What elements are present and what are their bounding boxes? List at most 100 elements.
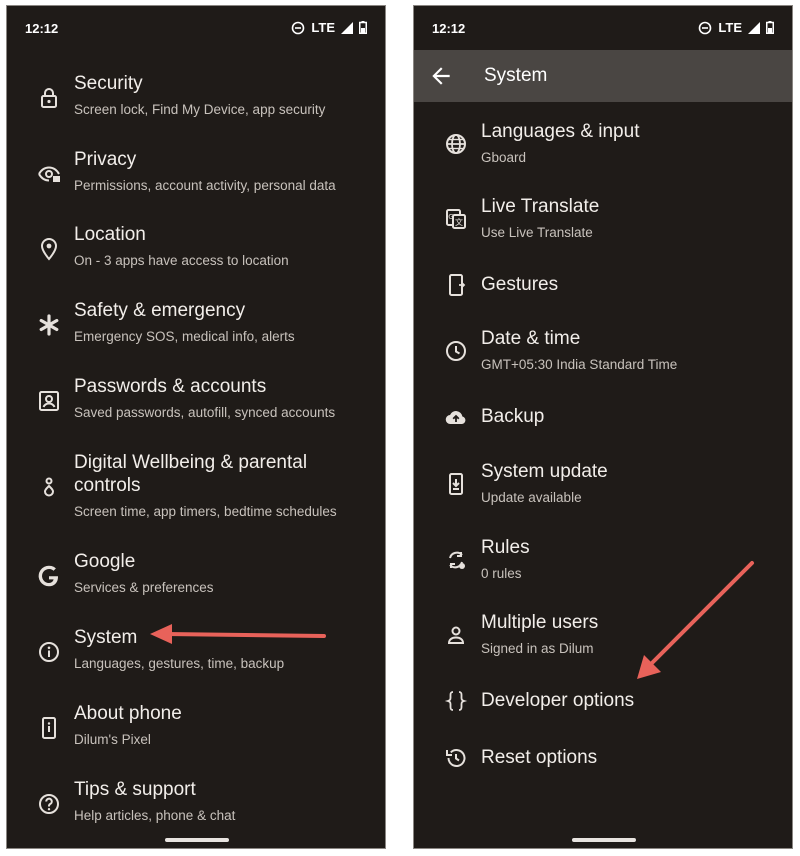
status-time: 12:12 bbox=[25, 21, 59, 36]
item-subtitle: On - 3 apps have access to location bbox=[74, 253, 289, 268]
status-bar: 12:12 LTE bbox=[7, 6, 385, 50]
item-subtitle: Dilum's Pixel bbox=[74, 732, 151, 747]
phone-info-icon bbox=[37, 716, 61, 740]
settings-item-safety-emergency[interactable]: Safety & emergency Emergency SOS, medica… bbox=[7, 299, 385, 363]
item-title: Backup bbox=[481, 406, 545, 427]
item-title: Passwords & accounts bbox=[74, 376, 267, 397]
gesture-nav-handle[interactable] bbox=[572, 838, 636, 842]
item-title: Google bbox=[74, 551, 136, 572]
do-not-disturb-icon bbox=[292, 21, 305, 34]
clock-icon bbox=[444, 339, 468, 363]
globe-icon bbox=[444, 132, 468, 156]
settings-item-passwords-accounts[interactable]: Passwords & accounts Saved passwords, au… bbox=[7, 375, 385, 439]
braces-icon bbox=[444, 689, 468, 713]
system-item-rules[interactable]: Rules 0 rules bbox=[414, 536, 792, 600]
settings-item-digital-wellbeing[interactable]: Digital Wellbeing & parental controls Sc… bbox=[7, 451, 385, 527]
item-title: Reset options bbox=[481, 747, 598, 768]
item-title-line-1: Digital Wellbeing & parental bbox=[74, 452, 308, 473]
item-subtitle: 0 rules bbox=[481, 566, 522, 581]
status-icons: LTE bbox=[291, 20, 367, 35]
settings-item-about-phone[interactable]: About phone Dilum's Pixel bbox=[7, 702, 385, 766]
system-item-date-time[interactable]: Date & time GMT+05:30 India Standard Tim… bbox=[414, 327, 792, 391]
settings-item-location[interactable]: Location On - 3 apps have access to loca… bbox=[7, 223, 385, 287]
person-icon bbox=[444, 623, 468, 647]
svg-text:G: G bbox=[448, 213, 453, 221]
item-title: Languages & input bbox=[481, 121, 640, 142]
info-icon bbox=[37, 640, 61, 664]
phone-system-screen: 12:12 LTE System Languages & input Gboar… bbox=[413, 5, 793, 849]
item-title: System bbox=[74, 627, 138, 648]
system-item-live-translate[interactable]: 文G Live Translate Use Live Translate bbox=[414, 195, 792, 259]
signal-icon bbox=[748, 21, 760, 34]
settings-item-security[interactable]: Security Screen lock, Find My Device, ap… bbox=[7, 72, 385, 136]
item-title: System update bbox=[481, 461, 608, 482]
help-icon bbox=[37, 792, 61, 816]
phone-settings-screen: 12:12 LTE Security Screen lock, Find My … bbox=[6, 5, 386, 849]
item-title: Safety & emergency bbox=[74, 300, 246, 321]
history-icon bbox=[444, 746, 468, 770]
signal-icon bbox=[341, 21, 353, 34]
system-item-backup[interactable]: Backup bbox=[414, 403, 792, 443]
item-title: Tips & support bbox=[74, 779, 196, 800]
account-box-icon bbox=[37, 389, 61, 413]
item-title: About phone bbox=[74, 703, 182, 724]
item-subtitle: Signed in as Dilum bbox=[481, 641, 594, 656]
page-title: System bbox=[484, 65, 548, 86]
item-title: Gestures bbox=[481, 274, 559, 295]
lock-icon bbox=[37, 86, 61, 110]
asterisk-icon bbox=[37, 313, 61, 337]
system-item-developer-options[interactable]: Developer options bbox=[414, 687, 792, 727]
wellbeing-icon bbox=[37, 475, 61, 499]
item-title: Security bbox=[74, 73, 143, 94]
item-title: Multiple users bbox=[481, 612, 599, 633]
item-subtitle: Update available bbox=[481, 490, 582, 505]
status-time: 12:12 bbox=[432, 21, 466, 36]
do-not-disturb-icon bbox=[699, 21, 712, 34]
item-title: Date & time bbox=[481, 328, 581, 349]
item-subtitle: Screen time, app timers, bedtime schedul… bbox=[74, 504, 337, 519]
back-arrow-icon[interactable] bbox=[428, 63, 454, 89]
rules-icon bbox=[444, 548, 468, 572]
system-item-system-update[interactable]: System update Update available bbox=[414, 460, 792, 524]
google-g-icon bbox=[37, 564, 61, 588]
translate-icon: 文G bbox=[444, 207, 468, 231]
item-subtitle: Saved passwords, autofill, synced accoun… bbox=[74, 405, 336, 420]
item-title: Privacy bbox=[74, 149, 137, 170]
network-type: LTE bbox=[311, 20, 335, 35]
system-item-multiple-users[interactable]: Multiple users Signed in as Dilum bbox=[414, 611, 792, 675]
app-bar: System bbox=[414, 50, 792, 102]
system-update-icon bbox=[444, 472, 468, 496]
item-subtitle: GMT+05:30 India Standard Time bbox=[481, 357, 678, 372]
item-subtitle: Screen lock, Find My Device, app securit… bbox=[74, 102, 326, 117]
location-pin-icon bbox=[37, 237, 61, 261]
network-type: LTE bbox=[718, 20, 742, 35]
gestures-icon bbox=[444, 273, 468, 297]
svg-text:文: 文 bbox=[455, 217, 463, 227]
item-subtitle: Services & preferences bbox=[74, 580, 214, 595]
settings-item-tips-support[interactable]: Tips & support Help articles, phone & ch… bbox=[7, 778, 385, 842]
system-item-gestures[interactable]: Gestures bbox=[414, 271, 792, 311]
battery-icon bbox=[359, 21, 367, 34]
item-title: Location bbox=[74, 224, 146, 245]
item-subtitle: Use Live Translate bbox=[481, 225, 593, 240]
item-subtitle: Help articles, phone & chat bbox=[74, 808, 236, 823]
status-bar: 12:12 LTE bbox=[414, 6, 792, 50]
system-item-reset-options[interactable]: Reset options bbox=[414, 744, 792, 784]
settings-item-system[interactable]: System Languages, gestures, time, backup bbox=[7, 626, 385, 690]
item-subtitle: Permissions, account activity, personal … bbox=[74, 178, 336, 193]
settings-item-privacy[interactable]: Privacy Permissions, account activity, p… bbox=[7, 148, 385, 212]
gesture-nav-handle[interactable] bbox=[165, 838, 229, 842]
item-title-line-2: controls bbox=[74, 475, 141, 496]
settings-item-google[interactable]: Google Services & preferences bbox=[7, 550, 385, 614]
item-subtitle: Languages, gestures, time, backup bbox=[74, 656, 285, 671]
item-subtitle: Gboard bbox=[481, 150, 527, 165]
status-icons: LTE bbox=[698, 20, 774, 35]
system-item-languages-input[interactable]: Languages & input Gboard bbox=[414, 120, 792, 184]
eye-lock-icon bbox=[37, 162, 61, 186]
item-subtitle: Emergency SOS, medical info, alerts bbox=[74, 329, 295, 344]
item-title: Developer options bbox=[481, 690, 635, 711]
battery-icon bbox=[766, 21, 774, 34]
item-title: Rules bbox=[481, 537, 530, 558]
cloud-upload-icon bbox=[444, 405, 468, 429]
item-title: Live Translate bbox=[481, 196, 600, 217]
